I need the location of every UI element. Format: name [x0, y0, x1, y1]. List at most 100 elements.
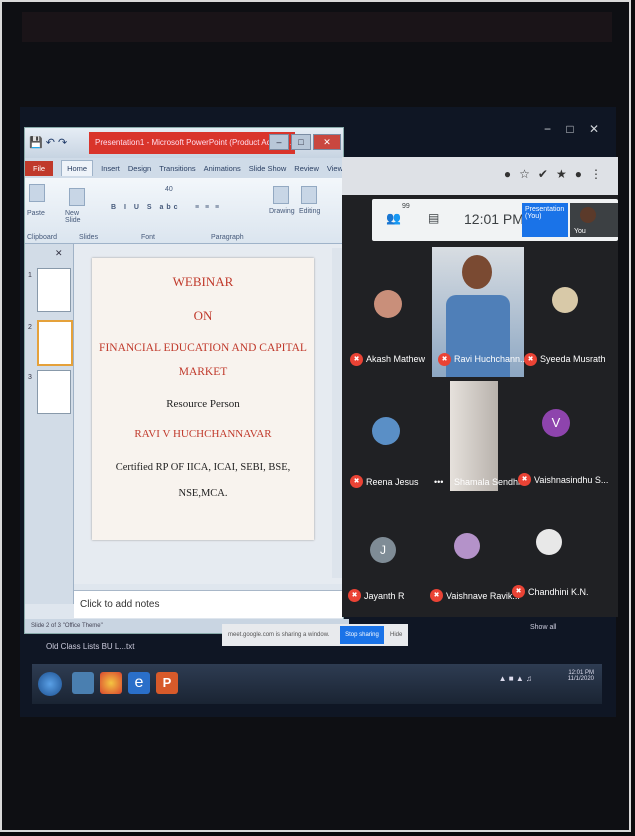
participant-count: 99 [402, 203, 410, 210]
slide-line-credentials: Certified RP OF IICA, ICAI, SEBI, BSE, [115, 462, 291, 473]
font-format-buttons[interactable]: B I U S abc [111, 204, 181, 211]
participant-name: Ravi Huchchann... [454, 354, 528, 364]
new-slide-icon[interactable] [69, 188, 85, 206]
current-slide[interactable]: WEBINAR ON FINANCIAL EDUCATION AND CAPIT… [92, 258, 314, 540]
participant-name: Shamala Sendhil [454, 477, 523, 487]
slide-line-credentials-2: NSE,MCA. [178, 488, 228, 499]
chrome-taskbar-icon[interactable] [100, 672, 122, 694]
paste-label[interactable]: Paste [27, 210, 45, 217]
muted-mic-icon: ✖ [438, 353, 451, 366]
self-label: You [574, 228, 586, 235]
photo-frame: − □ ✕ 💾 ↶ ↷ Presentation1 - Microsoft Po… [0, 0, 631, 832]
group-font: Font [141, 234, 156, 241]
video-shamala[interactable] [450, 381, 498, 491]
group-drawing[interactable]: Drawing [269, 208, 295, 241]
show-all-downloads[interactable]: Show all [530, 624, 556, 631]
slide-line-resource-person: Resource Person [166, 398, 240, 410]
participant-name: Reena Jesus [366, 477, 419, 487]
video-face [462, 255, 492, 289]
maximize-button[interactable]: □ [291, 134, 311, 150]
tab-insert[interactable]: Insert [101, 164, 120, 173]
group-clipboard: Clipboard [27, 234, 57, 241]
tab-review[interactable]: Review [294, 164, 319, 173]
notes-pane[interactable]: Click to add notes [74, 590, 342, 618]
slide-number-3: 3 [28, 374, 32, 381]
ppt-titlebar: 💾 ↶ ↷ Presentation1 - Microsoft PowerPoi… [25, 128, 343, 158]
people-icon[interactable]: 👥 [386, 211, 401, 225]
more-options-icon[interactable]: ••• [434, 477, 443, 487]
muted-mic-icon: ✖ [348, 589, 361, 602]
slide-line-webinar: WEBINAR [172, 274, 234, 289]
tab-animations[interactable]: Animations [204, 164, 241, 173]
ribbon-tabs: File Home Insert Design Transitions Anim… [25, 158, 343, 178]
paste-icon[interactable] [29, 184, 45, 202]
avatar-chandhini [536, 529, 562, 555]
slide-thumbnail-3[interactable] [37, 370, 71, 414]
self-avatar [580, 207, 596, 223]
group-paragraph: Paragraph [211, 234, 244, 241]
muted-mic-icon: ✖ [518, 473, 531, 486]
ie-taskbar-icon[interactable]: e [128, 672, 150, 694]
close-button[interactable]: ✕ [313, 134, 341, 150]
avatar-vaishnave [454, 533, 480, 559]
editing-icon[interactable] [301, 186, 317, 204]
slides-pane-close-icon[interactable]: ✕ [25, 244, 73, 262]
self-view-tile[interactable]: You [570, 203, 618, 237]
muted-mic-icon: ✖ [350, 475, 363, 488]
outer-window-controls[interactable]: − □ ✕ [544, 122, 605, 136]
tab-design[interactable]: Design [128, 164, 151, 173]
presentation-tile[interactable]: Presentation (You) [522, 203, 568, 237]
tab-slide-show[interactable]: Slide Show [249, 164, 287, 173]
slide-line-on: ON [193, 308, 213, 323]
taskbar-clock[interactable]: 12:01 PM 11/1/2020 [568, 670, 594, 682]
slide-scrollbar[interactable] [332, 248, 342, 578]
group-editing[interactable]: Editing [299, 208, 320, 241]
slide-line-market: MARKET [178, 366, 228, 378]
tab-home[interactable]: Home [61, 160, 94, 176]
chrome-toolbar-icons[interactable]: ●☆✔★●⋮ [504, 167, 610, 181]
powerpoint-taskbar-icon[interactable]: P [156, 672, 178, 694]
avatar-reena [372, 417, 400, 445]
new-slide-label[interactable]: New Slide [65, 210, 93, 224]
chat-icon[interactable]: ▤ [428, 211, 439, 225]
ppt-window-buttons: – □ ✕ [269, 134, 341, 150]
system-tray-icons[interactable]: ▲ ■ ▲ ♫ [499, 674, 532, 683]
chrome-toolbar: ●☆✔★●⋮ [342, 157, 618, 195]
ribbon-home: Paste New Slide 40 B I U S abc ≡ ≡ ≡ Cli… [25, 178, 343, 244]
slide-editing-area: WEBINAR ON FINANCIAL EDUCATION AND CAPIT… [74, 244, 342, 584]
participant-name: Vaishnave Ravik... [446, 591, 520, 601]
start-button[interactable] [38, 672, 62, 696]
chrome-window: ●☆✔★●⋮ 👥 99 ▤ 12:01 PM Presentation (You… [342, 157, 618, 617]
windows-taskbar: e P ▲ ■ ▲ ♫ 12:01 PM 11/1/2020 [32, 664, 602, 704]
monitor-top-bezel [22, 12, 612, 42]
minimize-button[interactable]: – [269, 134, 289, 150]
tab-transitions[interactable]: Transitions [159, 164, 195, 173]
avatar-syeeda [552, 287, 578, 313]
download-item[interactable]: Old Class Lists BU L...txt [46, 642, 236, 656]
quick-access-toolbar[interactable]: 💾 ↶ ↷ [29, 136, 67, 149]
paragraph-buttons[interactable]: ≡ ≡ ≡ [195, 204, 221, 211]
ppt-window-title: Presentation1 - Microsoft PowerPoint (Pr… [89, 132, 295, 154]
avatar-vaishnasindhu: V [542, 409, 570, 437]
participant-name: Chandhini K.N. [528, 587, 589, 597]
clock-date: 11/1/2020 [567, 676, 594, 682]
slide-line-presenter: RAVI V HUCHCHANNAVAR [134, 428, 272, 440]
slides-pane: ✕ 1 2 3 [25, 244, 74, 604]
stop-sharing-button[interactable]: Stop sharing [340, 626, 384, 644]
hide-button[interactable]: Hide [390, 624, 402, 646]
participant-name: Akash Mathew [366, 354, 426, 364]
slide-thumbnail-1[interactable] [37, 268, 71, 312]
participant-name: Jayanth R [364, 591, 405, 601]
group-slides: Slides [79, 234, 99, 241]
tab-file[interactable]: File [25, 160, 54, 176]
font-size-box[interactable]: 40 [165, 186, 173, 193]
muted-mic-icon: ✖ [350, 353, 363, 366]
explorer-taskbar-icon[interactable] [72, 672, 94, 694]
avatar-jayanth: J [370, 537, 396, 563]
slide-thumbnail-2[interactable] [37, 320, 73, 366]
drawing-icon[interactable] [273, 186, 289, 204]
tab-view[interactable]: View [327, 164, 343, 173]
sharing-message: meet.google.com is sharing a window. [228, 632, 330, 638]
video-shirt [446, 295, 510, 377]
meeting-clock: 12:01 PM [464, 211, 524, 227]
